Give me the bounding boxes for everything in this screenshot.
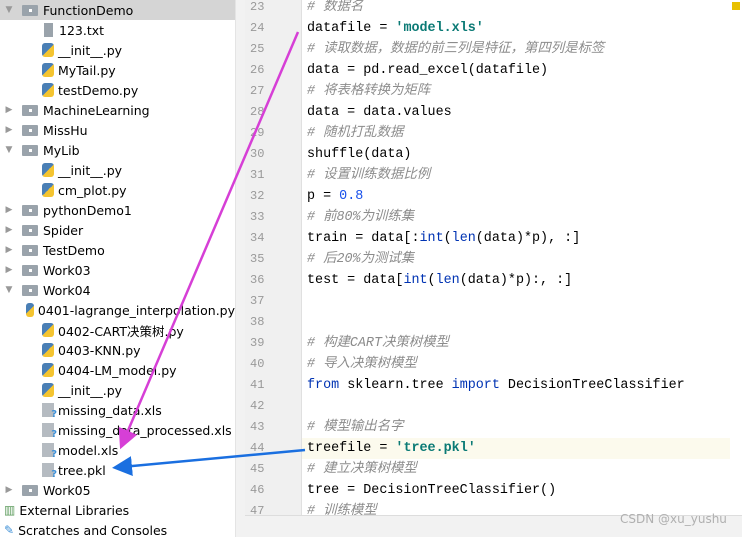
blue-arrow xyxy=(112,448,306,477)
annotation-arrows xyxy=(112,31,306,477)
magenta-arrow xyxy=(118,31,300,450)
